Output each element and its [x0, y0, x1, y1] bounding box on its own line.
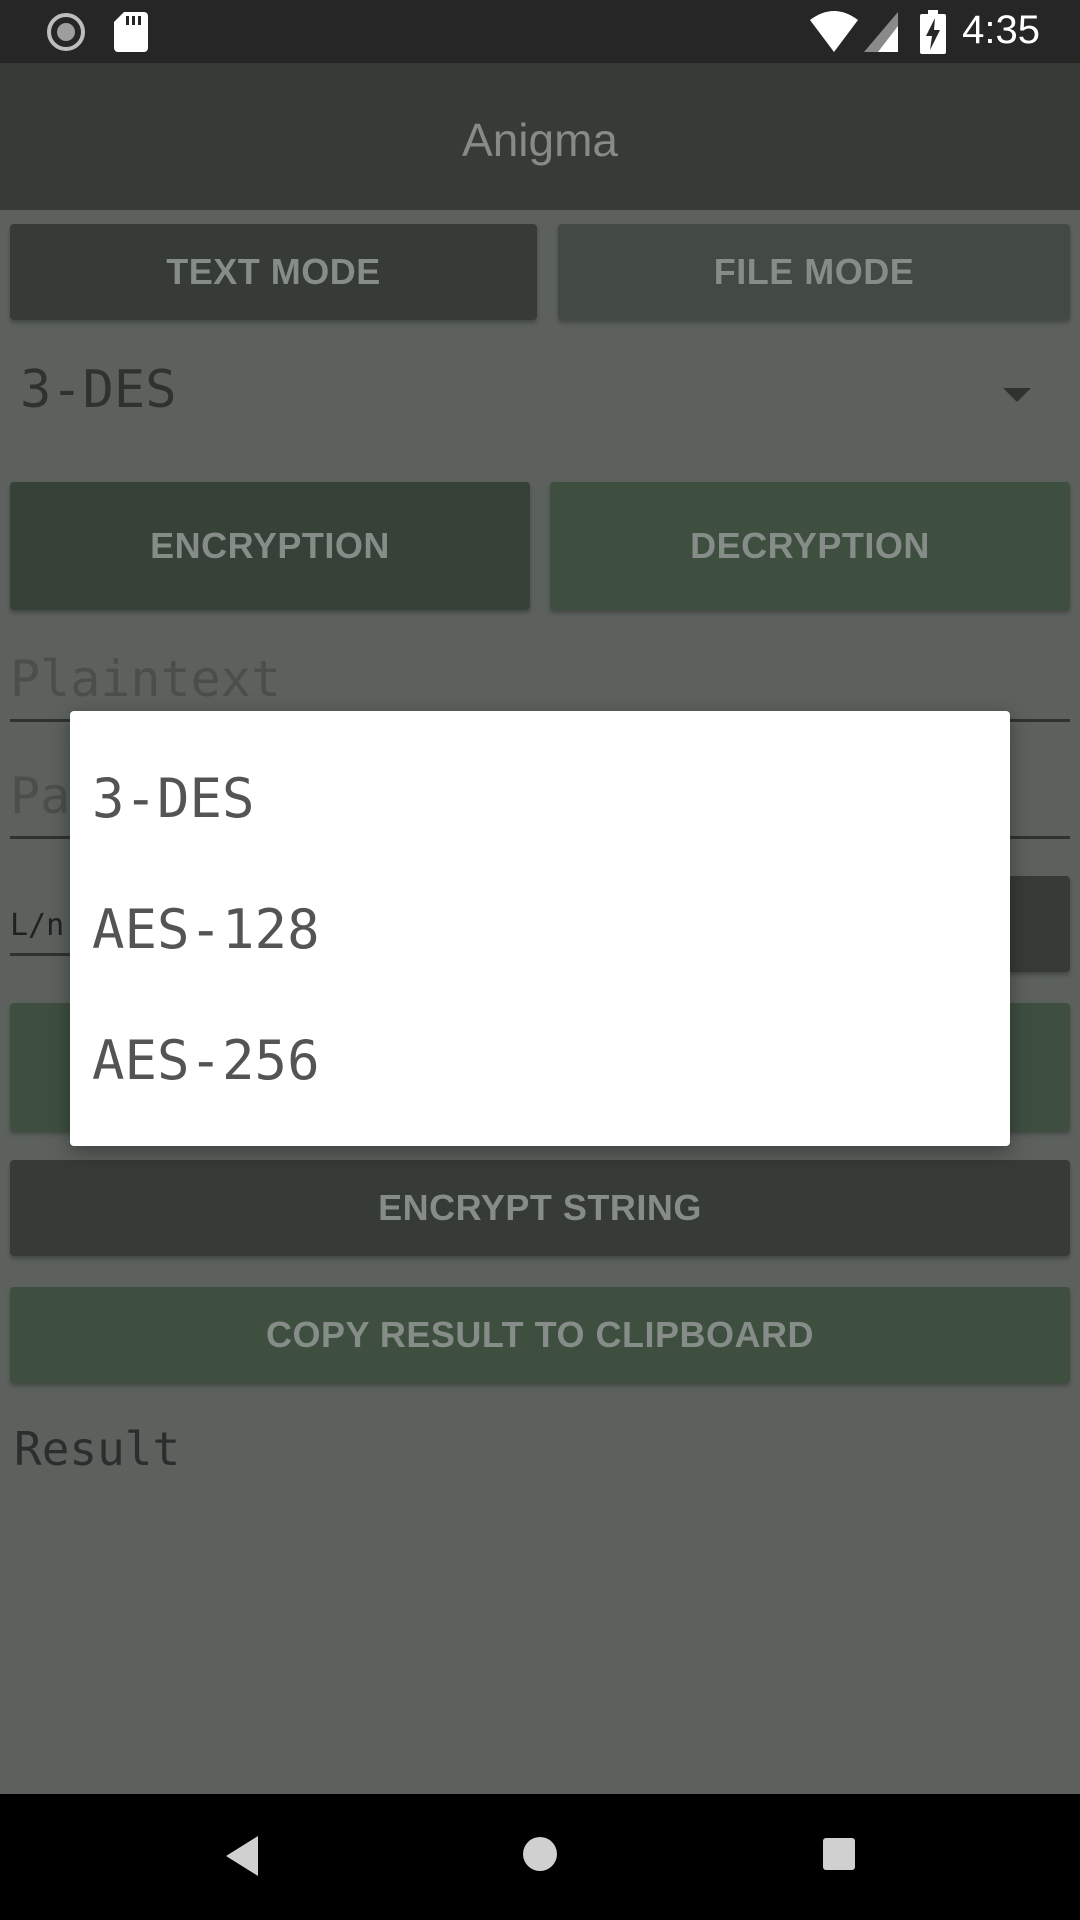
length-field[interactable]: L/n — [10, 896, 70, 956]
password-placeholder: Pa — [10, 767, 71, 825]
length-label: L/n — [10, 908, 65, 943]
dropdown-option-aes128[interactable]: AES-128 — [92, 898, 320, 961]
clock-time: 4:35 — [962, 8, 1040, 52]
copy-result-button[interactable]: COPY RESULT TO CLIPBOARD — [10, 1287, 1070, 1383]
encryption-tab[interactable]: ENCRYPTION — [10, 482, 530, 610]
signal-icon — [864, 12, 898, 52]
sync-icon — [47, 13, 85, 51]
decryption-tab[interactable]: DECRYPTION — [550, 482, 1070, 610]
wifi-icon — [810, 11, 858, 52]
chevron-down-icon — [1003, 388, 1031, 402]
algorithm-spinner[interactable]: 3-DES — [0, 340, 1080, 440]
battery-charging-icon — [920, 10, 946, 54]
recents-icon[interactable] — [821, 1836, 857, 1872]
dropdown-option-aes256[interactable]: AES-256 — [92, 1029, 320, 1092]
algorithm-dropdown-menu: 3-DES AES-128 AES-256 — [70, 711, 1010, 1146]
plaintext-placeholder: Plaintext — [10, 650, 281, 708]
text-mode-button[interactable]: TEXT MODE — [10, 224, 537, 320]
encrypt-string-button[interactable]: ENCRYPT STRING — [10, 1160, 1070, 1256]
sd-card-icon — [114, 12, 148, 52]
dropdown-option-3des[interactable]: 3-DES — [92, 767, 255, 830]
result-label: Result — [14, 1422, 181, 1476]
spinner-selected-value: 3-DES — [20, 360, 177, 420]
back-icon[interactable] — [222, 1834, 262, 1878]
navigation-bar — [0, 1794, 1080, 1920]
status-bar: 4:35 — [0, 0, 1080, 63]
file-mode-button[interactable]: FILE MODE — [558, 224, 1070, 320]
app-title: Anigma — [462, 114, 618, 166]
home-icon[interactable] — [520, 1834, 560, 1874]
app-bar: Anigma — [0, 63, 1080, 210]
